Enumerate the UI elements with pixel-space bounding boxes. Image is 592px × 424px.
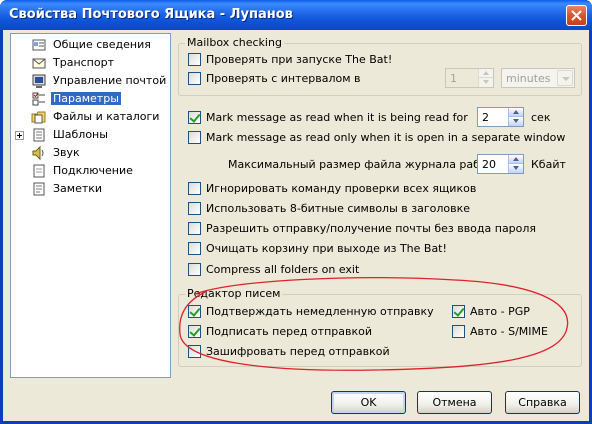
select-value: minutes (506, 72, 551, 85)
checkbox-label: Очищать корзину при выходе из The Bat! (206, 242, 447, 255)
checkbox-label: Разрешить отправку/получение почты без в… (206, 222, 537, 235)
checkbox-label: Авто - S/MIME (470, 325, 548, 338)
chevron-down-icon[interactable] (557, 70, 573, 86)
tree-item-label: Управление почтой (53, 74, 167, 87)
checkbox-box[interactable] (188, 53, 201, 66)
checkbox-box[interactable] (188, 202, 201, 215)
max-log-size-label: Максимальный размер файла журнала работы… (228, 158, 506, 171)
tree-item-label: Заметки (53, 182, 103, 195)
checkbox-label: Mark message as read when it is being re… (206, 111, 468, 124)
interval-spinner[interactable]: 1 (445, 68, 494, 88)
spinner-value: 2 (482, 111, 489, 124)
spin-up-icon[interactable] (478, 69, 493, 78)
tree-item-transport[interactable]: Транспорт (11, 54, 170, 72)
checkbox-box[interactable] (188, 222, 201, 235)
checkbox-box[interactable] (452, 325, 465, 338)
mark-read-seconds-spinner[interactable]: 2 (477, 107, 524, 127)
spin-up-icon[interactable] (508, 108, 523, 117)
checkbox-label: Подписать перед отправкой (206, 325, 372, 338)
checkbox-box[interactable] (188, 325, 201, 338)
tree-item-label: Подключение (53, 164, 133, 177)
group-title: Редактор писем (185, 287, 283, 300)
spinner-value: 20 (482, 158, 496, 171)
checkbox-label: Проверять с интервалом в (206, 72, 361, 85)
tree-item-label: Параметры (51, 92, 121, 105)
transport-icon (32, 58, 46, 69)
help-button[interactable]: Справка (505, 391, 580, 414)
seconds-unit-label: сек (531, 111, 551, 124)
spin-down-icon[interactable] (508, 117, 523, 126)
tree-item-sound[interactable]: Звук (11, 144, 170, 162)
log-size-unit-label: Кбайт (531, 158, 566, 171)
templates-icon (33, 128, 45, 142)
checkbox-label: Игнорировать команду проверки всех ящико… (206, 182, 477, 195)
checkbox-label: Compress all folders on exit (206, 263, 360, 276)
settings-tree[interactable]: Общие сведения Транспорт Управление почт… (10, 33, 171, 378)
checkbox-label: Авто - PGP (470, 305, 530, 318)
checkbox-label: Проверять при запуске The Bat! (206, 53, 393, 66)
tree-item-notes[interactable]: Заметки (11, 180, 170, 198)
connection-icon (33, 164, 45, 178)
checkbox-label: Использовать 8-битные символы в заголовк… (206, 202, 471, 215)
tree-item-general[interactable]: Общие сведения (11, 36, 170, 54)
mail-management-icon (32, 74, 46, 88)
checkbox-box[interactable] (452, 305, 465, 318)
checkbox-box[interactable] (188, 242, 201, 255)
interval-unit-select[interactable]: minutes (501, 68, 575, 88)
ok-button[interactable]: OK (331, 391, 406, 414)
tree-item-mail-management[interactable]: Управление почтой (11, 72, 170, 90)
tree-item-label: Звук (53, 146, 80, 159)
checkbox-label: Зашифровать перед отправкой (206, 345, 390, 358)
spin-down-icon[interactable] (478, 78, 493, 87)
dialog-client-area: Общие сведения Транспорт Управление почт… (3, 30, 589, 421)
expand-icon[interactable] (15, 131, 24, 140)
notes-icon (33, 182, 45, 196)
checkbox-box[interactable] (188, 72, 201, 85)
tree-item-templates[interactable]: Шаблоны (11, 126, 170, 144)
checkbox-box[interactable] (188, 111, 201, 124)
general-info-icon (32, 39, 46, 51)
spinner-value: 1 (450, 72, 457, 85)
checkbox-label: Mark message as read only when it is ope… (206, 131, 566, 144)
checkbox-box[interactable] (188, 131, 201, 144)
cancel-button[interactable]: Отмена (417, 391, 492, 414)
checkbox-box[interactable] (188, 263, 201, 276)
close-button[interactable] (566, 5, 587, 26)
tree-item-parameters[interactable]: Параметры (11, 90, 170, 108)
tree-item-label: Транспорт (53, 56, 114, 69)
parameters-icon (32, 92, 45, 106)
tree-item-files[interactable]: Файлы и каталоги (11, 108, 170, 126)
title-bar[interactable]: Свойства Почтового Ящика - Лупанов (0, 0, 592, 30)
group-title: Mailbox checking (185, 36, 284, 49)
spin-up-icon[interactable] (508, 155, 523, 164)
tree-item-label: Шаблоны (53, 128, 108, 141)
dialog-window: Свойства Почтового Ящика - Лупанов Общие… (0, 0, 592, 424)
sound-icon (32, 145, 44, 161)
checkbox-box[interactable] (188, 182, 201, 195)
max-log-size-spinner[interactable]: 20 (477, 154, 524, 174)
tree-item-label: Общие сведения (53, 38, 151, 51)
checkbox-label: Подтверждать немедленную отправку (206, 305, 434, 318)
checkbox-box[interactable] (188, 305, 201, 318)
tree-item-connection[interactable]: Подключение (11, 162, 170, 180)
files-folders-icon (31, 111, 46, 124)
close-icon (571, 10, 582, 21)
tree-item-label: Файлы и каталоги (53, 110, 160, 123)
window-title: Свойства Почтового Ящика - Лупанов (9, 7, 293, 22)
checkbox-box[interactable] (188, 345, 201, 358)
spin-down-icon[interactable] (508, 164, 523, 173)
